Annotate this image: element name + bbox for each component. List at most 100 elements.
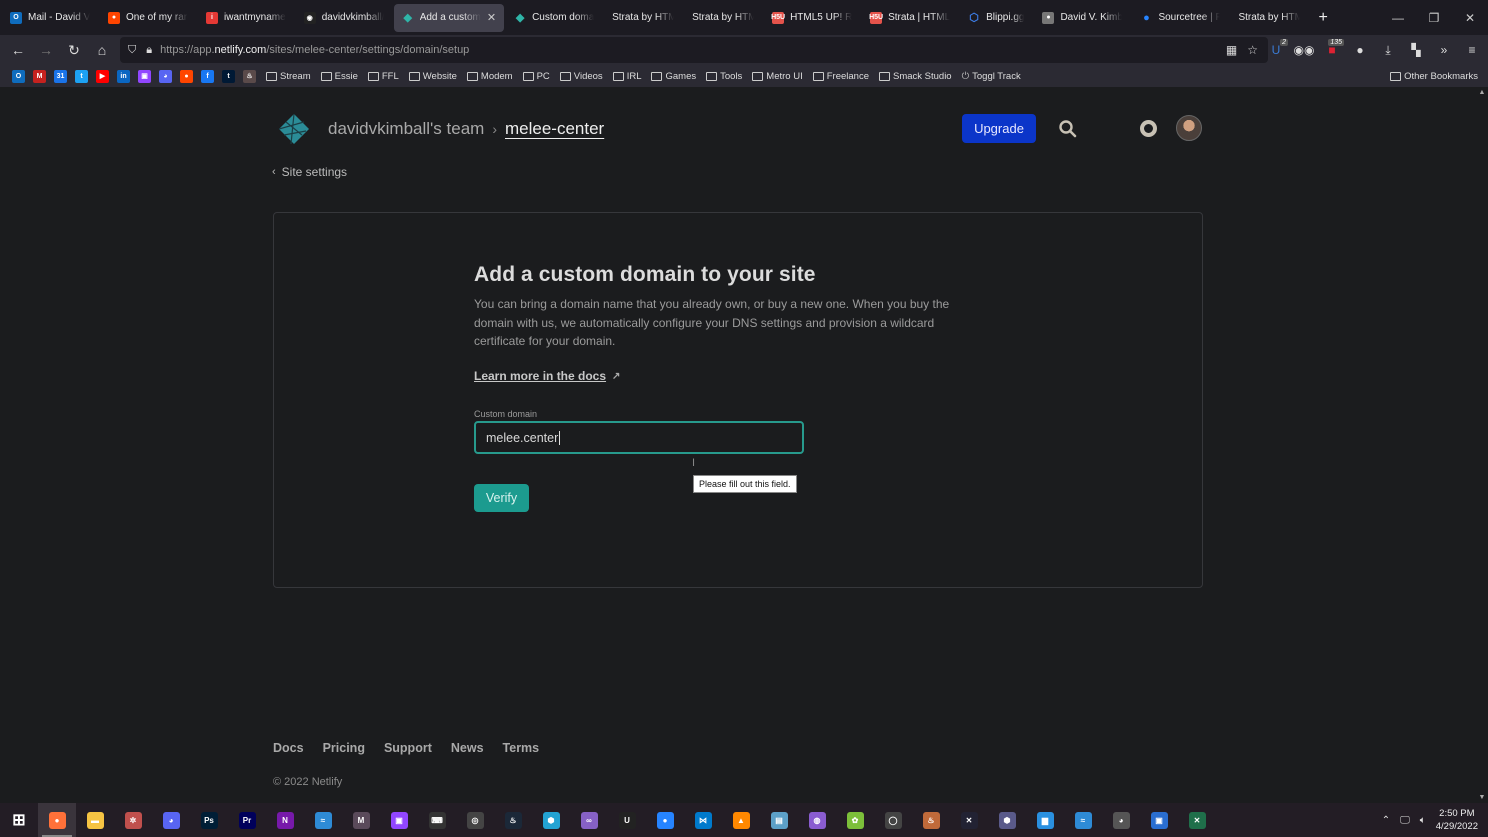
linkedin-bookmark-icon[interactable]: in — [117, 69, 130, 83]
verify-button[interactable]: Verify — [474, 484, 529, 513]
blue-app[interactable]: ▆ — [1026, 803, 1064, 837]
browser-tab[interactable]: Strata by HTML5 UP — [1230, 4, 1308, 32]
minimize-button[interactable]: — — [1380, 0, 1416, 35]
bookmark-star-icon[interactable]: ☆ — [1247, 43, 1258, 57]
browser-tab[interactable]: ● One of my rare — [100, 4, 196, 32]
footer-link-support[interactable]: Support — [384, 741, 432, 755]
browser-tab[interactable]: ● David V. Kimball — [1034, 4, 1130, 32]
clock[interactable]: 2:50 PM 4/29/2022 — [1436, 807, 1478, 833]
unreal-app[interactable]: U — [608, 803, 646, 837]
twitch-bookmark-icon[interactable]: ▣ — [138, 69, 151, 83]
new-tab-button[interactable]: + — [1318, 9, 1327, 27]
extensions-icon[interactable]: ▚ — [1402, 43, 1430, 57]
firefox-app[interactable]: ● — [38, 803, 76, 837]
network-icon[interactable]: 🖵︎ — [1400, 815, 1410, 826]
user-avatar[interactable] — [1176, 115, 1202, 141]
youtube-bookmark-icon[interactable]: ▶ — [96, 69, 109, 83]
gmail-bookmark-icon[interactable]: M — [33, 69, 46, 83]
gamecube-app[interactable]: ⬢ — [988, 803, 1026, 837]
back-button[interactable]: ← — [4, 36, 32, 64]
back-to-site-settings-link[interactable]: ‹ Site settings — [272, 165, 347, 179]
profile-extension-icon[interactable]: ● — [1346, 43, 1374, 57]
browser-tab[interactable]: Strata by HTML5 UP — [684, 4, 762, 32]
overflow-icon[interactable]: » — [1430, 43, 1458, 57]
bookmark-folder[interactable]: Essie — [320, 71, 358, 82]
steam-app[interactable]: ♨ — [494, 803, 532, 837]
toggl-bookmark[interactable]: ⏻ Toggl Track — [962, 71, 1021, 82]
notepad-app[interactable]: ▤ — [760, 803, 798, 837]
qr-code-icon[interactable]: ▦ — [1226, 43, 1237, 57]
learn-more-link[interactable]: Learn more in the docs — [474, 369, 606, 383]
bookmark-folder[interactable]: Stream — [266, 71, 311, 82]
bookmark-folder[interactable]: Smack Studio — [878, 71, 952, 82]
browser-tab[interactable]: Strata by HTML5 UP — [604, 4, 682, 32]
bookmark-folder[interactable]: Tools — [706, 71, 742, 82]
bookmark-folder[interactable]: Games — [651, 71, 696, 82]
close-tab-icon[interactable]: ✕ — [487, 11, 496, 24]
browser-tab[interactable]: i iwantmyname — [198, 4, 294, 32]
scroll-up-icon[interactable]: ▲ — [1476, 89, 1488, 96]
remote-app[interactable]: ⬢ — [532, 803, 570, 837]
reload-button[interactable]: ↻ — [60, 36, 88, 64]
shield-icon[interactable]: ⛉ — [128, 44, 136, 57]
browser-tab[interactable]: ◉ davidvkimball/ — [296, 4, 392, 32]
vscode-app[interactable]: ⋈ — [684, 803, 722, 837]
volume-icon[interactable]: 🔈︎ — [1420, 815, 1426, 826]
search-icon[interactable] — [1058, 119, 1078, 139]
other-bookmarks[interactable]: Other Bookmarks — [1390, 71, 1478, 82]
browser-tab[interactable]: ◆ Custom domain — [506, 4, 602, 32]
reddit-bookmark-icon[interactable]: ● — [180, 69, 193, 83]
footer-link-docs[interactable]: Docs — [273, 741, 304, 755]
browser-tab[interactable]: O Mail - David V. — [2, 4, 98, 32]
zbrush-app[interactable]: ✲ — [114, 803, 152, 837]
tray-chevron-icon[interactable]: ⌃ — [1382, 815, 1390, 826]
incognito-extension-icon[interactable]: ◉◉ — [1290, 43, 1318, 57]
onenote-app[interactable]: N — [266, 803, 304, 837]
browser-tab[interactable]: H5U HTML5 UP! Res — [764, 4, 860, 32]
dolphin-app[interactable]: ≈ — [304, 803, 342, 837]
keyboard-app[interactable]: ⌨ — [418, 803, 456, 837]
circle-app[interactable]: ◯ — [874, 803, 912, 837]
footer-link-news[interactable]: News — [451, 741, 484, 755]
browser-tab[interactable]: ⬡ Blippi.gg — [960, 4, 1032, 32]
rgb-app[interactable]: ◕ — [1102, 803, 1140, 837]
upgrade-button[interactable]: Upgrade — [962, 114, 1036, 143]
sourcetree-app[interactable]: ● — [646, 803, 684, 837]
premiere-app[interactable]: Pr — [228, 803, 266, 837]
cake-app[interactable]: ♨ — [912, 803, 950, 837]
footer-link-terms[interactable]: Terms — [503, 741, 540, 755]
facebook-bookmark-icon[interactable]: f — [201, 69, 214, 83]
xcloud-app[interactable]: ✕ — [1178, 803, 1216, 837]
discord-app[interactable]: ◕ — [152, 803, 190, 837]
bookmark-folder[interactable]: Modem — [466, 71, 513, 82]
browser-tab[interactable]: ● Sourcetree | Fr — [1132, 4, 1228, 32]
browser-tab[interactable]: ◆ Add a custom ✕ — [393, 3, 505, 32]
home-button[interactable]: ⌂ — [88, 36, 116, 64]
restore-button[interactable]: ❐ — [1416, 0, 1452, 35]
obs-app[interactable]: ◎ — [456, 803, 494, 837]
menu-icon[interactable]: ≡ — [1458, 43, 1486, 57]
todoist-extension-icon[interactable]: ■ 135 — [1318, 39, 1346, 57]
fingerprint-app[interactable]: ◍ — [798, 803, 836, 837]
visual-studio-app[interactable]: ∞ — [570, 803, 608, 837]
status-circle-icon[interactable] — [1140, 120, 1157, 137]
netlify-logo-icon[interactable] — [278, 113, 310, 145]
bookmark-folder[interactable]: PC — [522, 71, 550, 82]
twitter-bookmark-icon[interactable]: t — [75, 69, 88, 83]
dolphin2-app[interactable]: ≈ — [1064, 803, 1102, 837]
forward-button[interactable]: → — [32, 36, 60, 64]
scroll-down-icon[interactable]: ▼ — [1476, 794, 1488, 801]
calendar-bookmark-icon[interactable]: 31 — [54, 69, 67, 83]
bookmark-folder[interactable]: FFL — [367, 71, 399, 82]
bookmark-folder[interactable]: IRL — [612, 71, 641, 82]
ublock-extension-icon[interactable]: U2 — [1262, 39, 1290, 57]
footer-link-pricing[interactable]: Pricing — [323, 741, 365, 755]
cake-bookmark-icon[interactable]: ♨ — [243, 69, 256, 83]
bookmark-folder[interactable]: Website — [408, 71, 457, 82]
bookmark-folder[interactable]: Metro UI — [752, 71, 803, 82]
url-bar[interactable]: ⛉ 🔒︎ https://app. netlify.com/sites/melee… — [120, 37, 1268, 63]
window-app[interactable]: ▣ — [1140, 803, 1178, 837]
twitch-app[interactable]: ▣ — [380, 803, 418, 837]
photoshop-app[interactable]: Ps — [190, 803, 228, 837]
m-app[interactable]: M — [342, 803, 380, 837]
